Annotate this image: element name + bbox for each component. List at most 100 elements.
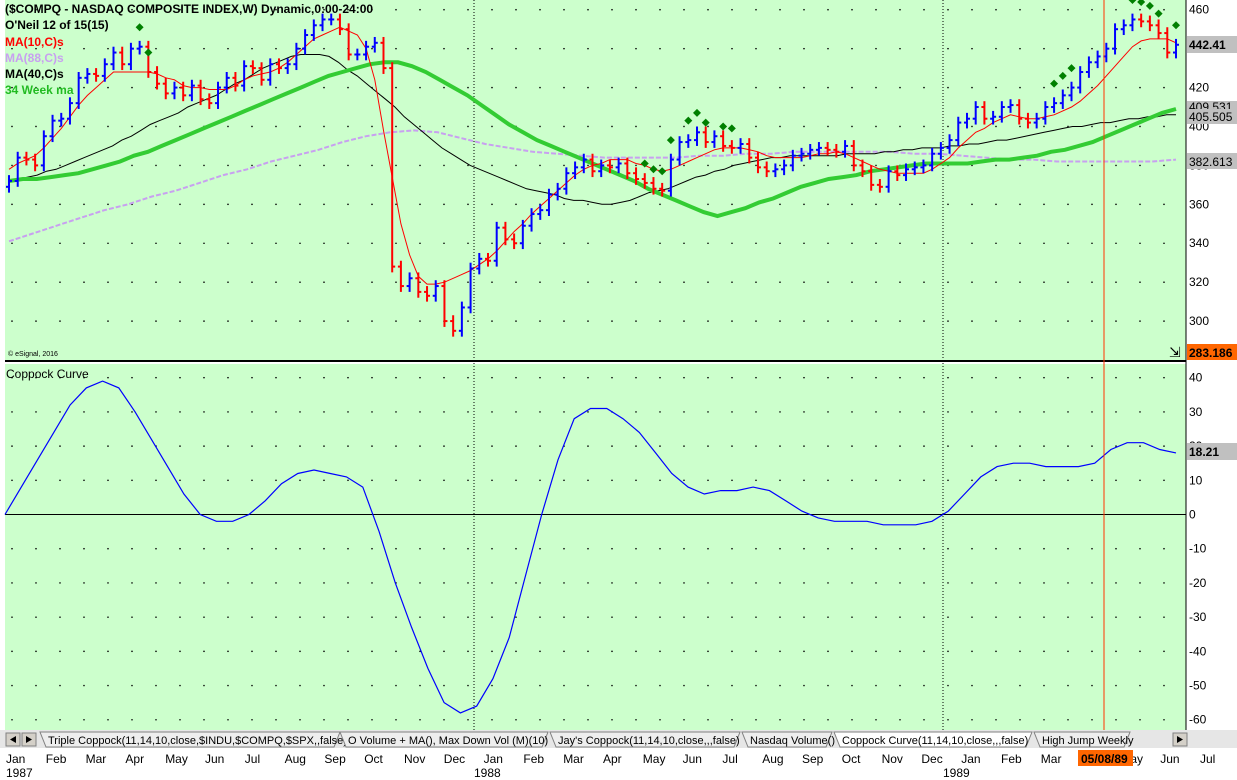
grid-dot — [635, 281, 637, 283]
coppock-tick-label: 10 — [1189, 473, 1203, 487]
grid-dot — [251, 650, 253, 653]
grid-dot — [1019, 547, 1021, 550]
grid-dot — [275, 164, 277, 167]
study-tab[interactable]: Jay's Coppock(11,14,10,close,,,false) — [549, 731, 741, 748]
legend-entry: MA(40,C)s — [5, 67, 64, 81]
grid-dot — [827, 86, 829, 89]
grid-dot — [635, 479, 637, 482]
coppock-tick-label: -10 — [1189, 542, 1207, 556]
grid-dot — [323, 445, 325, 447]
grid-dot — [203, 203, 205, 206]
last-price-tag: 442.41 — [1187, 36, 1237, 53]
grid-dot — [467, 718, 469, 721]
study-tab[interactable]: O Volume + MA(), Max Down Vol (M)(10) — [339, 731, 549, 748]
grid-dot — [299, 164, 301, 167]
grid-dot — [1043, 164, 1045, 167]
grid-dot — [803, 86, 805, 89]
grid-dot — [659, 718, 661, 721]
grid-dot — [1043, 411, 1045, 413]
grid-dot — [827, 242, 829, 245]
grid-dot — [1139, 547, 1141, 550]
grid-dot — [563, 684, 565, 687]
grid-dot — [347, 125, 349, 128]
grid-dot — [83, 650, 85, 653]
grid-dot — [683, 86, 685, 89]
grid-dot — [515, 281, 517, 283]
grid-dot — [443, 616, 445, 618]
study-tab[interactable]: Coppock Curve(11,14,10,close,,,false) — [833, 731, 1033, 748]
tab-scroll-end-button[interactable] — [1172, 732, 1188, 747]
grid-dot — [1139, 47, 1141, 50]
grid-dot — [875, 47, 877, 50]
grid-dot — [323, 479, 325, 482]
grid-dot — [83, 616, 85, 618]
grid-dot — [899, 203, 901, 206]
grid-dot — [803, 479, 805, 482]
grid-dot — [251, 445, 253, 447]
grid-dot — [155, 684, 157, 687]
grid-dot — [371, 320, 373, 322]
grid-dot — [731, 376, 733, 379]
grid-dot — [539, 86, 541, 89]
grid-dot — [107, 86, 109, 89]
grid-dot — [299, 281, 301, 283]
grid-dot — [323, 203, 325, 206]
tab-scroll-left-button[interactable] — [5, 732, 21, 747]
grid-dot — [155, 582, 157, 584]
grid-dot — [563, 47, 565, 50]
grid-dot — [1091, 547, 1093, 550]
grid-dot — [659, 47, 661, 50]
grid-dot — [923, 718, 925, 721]
grid-dot — [1163, 203, 1165, 206]
grid-dot — [875, 718, 877, 721]
grid-dot — [539, 281, 541, 283]
grid-dot — [947, 718, 949, 721]
grid-dot — [515, 86, 517, 89]
grid-dot — [1115, 411, 1117, 413]
grid-dot — [1019, 242, 1021, 245]
grid-dot — [827, 479, 829, 482]
grid-dot — [1043, 281, 1045, 283]
grid-dot — [59, 281, 61, 283]
grid-dot — [395, 86, 397, 89]
month-label: Dec — [444, 752, 465, 766]
grid-dot — [59, 242, 61, 245]
grid-dot — [875, 8, 877, 11]
grid-dot — [851, 547, 853, 550]
study-tab[interactable]: High Jump Weekly — [1033, 731, 1134, 748]
cursor-date-tag: 05/08/89 — [1078, 750, 1133, 766]
grid-dot — [203, 616, 205, 618]
grid-dot — [851, 479, 853, 482]
grid-dot — [923, 684, 925, 687]
grid-dot — [707, 411, 709, 413]
grid-dot — [467, 411, 469, 413]
grid-dot — [1091, 684, 1093, 687]
grid-dot — [539, 47, 541, 50]
study-tab-label: Nasdaq Volume() — [750, 735, 835, 747]
month-label: Jun — [1160, 752, 1179, 766]
month-label: Jul — [245, 752, 260, 766]
grid-dot — [683, 376, 685, 379]
study-tab-label: High Jump Weekly — [1042, 735, 1134, 747]
grid-dot — [1019, 86, 1021, 89]
month-label: Mar — [86, 752, 107, 766]
grid-dot — [875, 547, 877, 550]
grid-dot — [1139, 86, 1141, 89]
grid-dot — [395, 203, 397, 206]
grid-dot — [659, 164, 661, 167]
study-tab[interactable]: Nasdaq Volume() — [741, 731, 835, 748]
grid-dot — [515, 47, 517, 50]
grid-dot — [515, 616, 517, 618]
grid-dot — [227, 547, 229, 550]
study-tab[interactable]: Triple Coppock(11,14,10,close,$INDU,$COM… — [39, 731, 347, 748]
grid-dot — [1163, 242, 1165, 245]
grid-dot — [515, 684, 517, 687]
grid-dot — [227, 616, 229, 618]
grid-dot — [491, 281, 493, 283]
grid-dot — [59, 616, 61, 618]
grid-dot — [395, 164, 397, 167]
grid-dot — [155, 376, 157, 379]
tab-scroll-right-button[interactable] — [21, 732, 37, 747]
grid-dot — [851, 281, 853, 283]
grid-dot — [59, 547, 61, 550]
